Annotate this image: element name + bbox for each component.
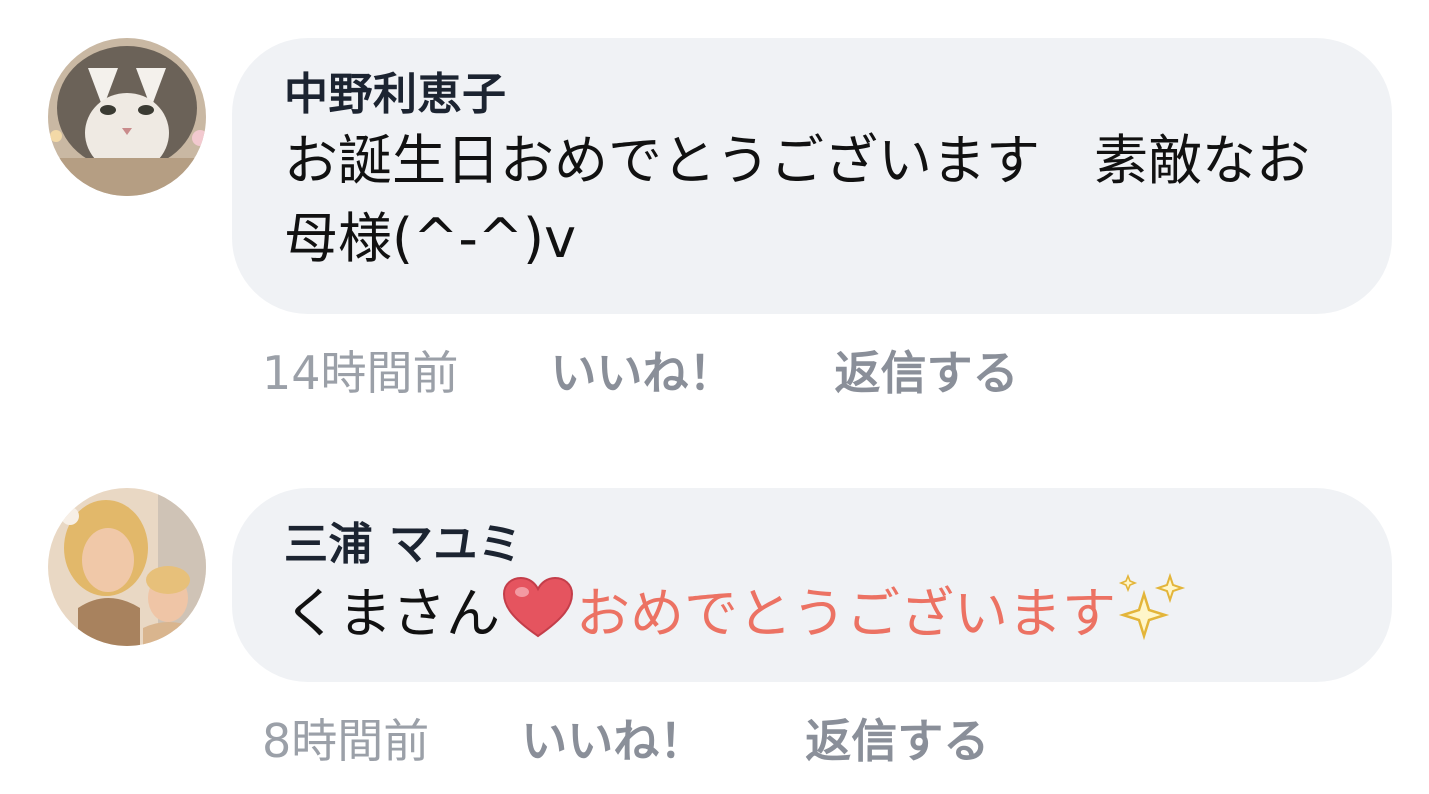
like-button[interactable]: いいね！ <box>551 337 735 403</box>
comment-author[interactable]: 中野利恵子 <box>284 68 1336 122</box>
comment-text: くまさん おめでとうございます <box>284 572 1336 665</box>
avatar[interactable] <box>48 38 206 196</box>
comment-actions: 14時間前 いいね！ 返信する <box>262 340 1019 400</box>
comment-text-prefix: くまさん <box>284 582 500 645</box>
comment-bubble: 三浦 マユミ くまさん おめでとうございます <box>232 488 1392 682</box>
comment-text: お誕生日おめでとうございます 素敵なお母様(^-^)v <box>284 129 1310 270</box>
reply-button[interactable]: 返信する <box>805 705 989 771</box>
sparkles-icon <box>1116 572 1188 665</box>
like-button[interactable]: いいね！ <box>521 705 705 771</box>
comment-timestamp: 14時間前 <box>262 346 459 400</box>
cat-avatar-icon <box>48 38 206 196</box>
reply-button[interactable]: 返信する <box>835 337 1019 403</box>
comment-timestamp: 8時間前 <box>262 714 430 768</box>
avatar[interactable] <box>48 488 206 646</box>
person-avatar-icon <box>48 488 206 646</box>
comment-actions: 8時間前 いいね！ 返信する <box>262 708 989 768</box>
comment-bubble: 中野利恵子 お誕生日おめでとうございます 素敵なお母様(^-^)v <box>232 38 1392 314</box>
comment-text-accent: おめでとうございます <box>576 582 1116 645</box>
comment-author[interactable]: 三浦 マユミ <box>284 518 1336 572</box>
red-heart-icon <box>502 576 574 661</box>
